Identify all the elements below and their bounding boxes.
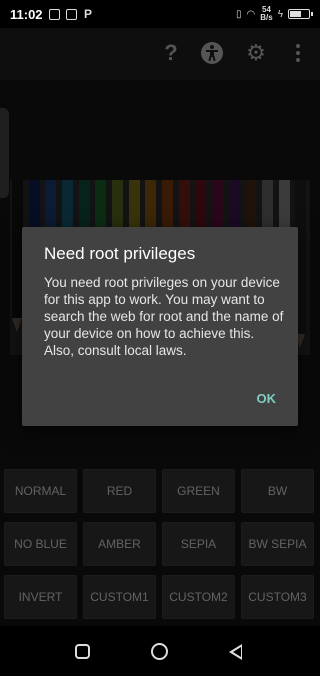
system-navigation-bar xyxy=(0,626,320,676)
p-app-icon: P xyxy=(84,6,93,21)
dialog-title: Need root privileges xyxy=(44,244,196,263)
net-speed: 54 B/s xyxy=(260,6,272,22)
ok-button[interactable]: OK xyxy=(257,391,277,406)
net-speed-unit: B/s xyxy=(260,13,273,22)
status-time: 11:02 xyxy=(10,6,43,22)
dialog-message: You need root privileges on your device … xyxy=(44,275,284,358)
root-privileges-dialog: Need root privileges You need root privi… xyxy=(22,227,298,426)
gallery-icon xyxy=(65,8,77,20)
battery-icon xyxy=(288,9,313,19)
home-icon[interactable] xyxy=(151,643,168,660)
recent-apps-icon[interactable] xyxy=(75,644,90,659)
status-bar: 11:02 P ▯ ◠ 54 B/s ϟ xyxy=(0,0,320,28)
charging-icon: ϟ xyxy=(277,8,283,20)
vibrate-icon: ▯ xyxy=(236,8,242,20)
notification-icon xyxy=(48,8,60,20)
wifi-icon: ◠ xyxy=(246,8,256,20)
back-icon[interactable] xyxy=(229,644,242,660)
